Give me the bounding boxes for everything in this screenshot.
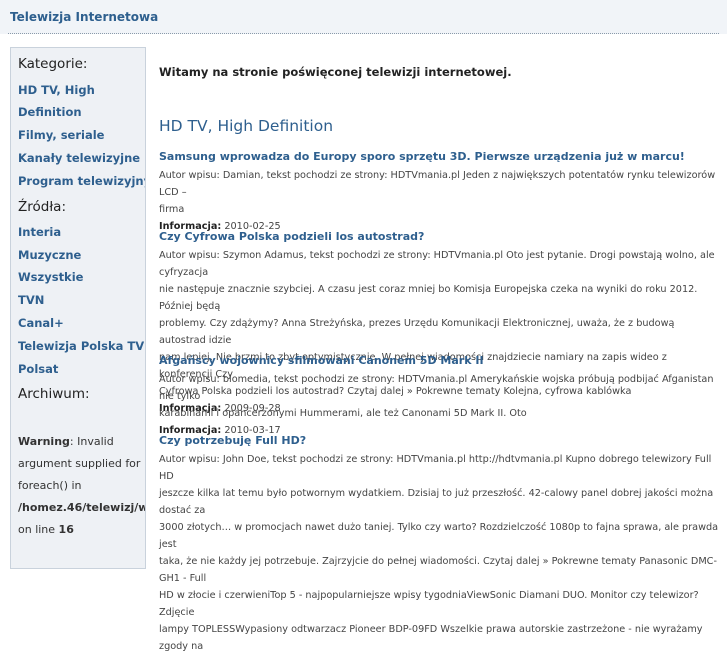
source-polsat[interactable]: Polsat [18,362,58,376]
php-warning-line2: argument supplied for [18,457,141,470]
post-line: firma [159,204,185,215]
header-divider [8,33,719,34]
sidebar: Kategorie: HD TV, High Definition Filmy,… [10,47,146,569]
post-line: Autor wpisu: Damian, tekst pochodzi ze s… [159,170,716,198]
site-title[interactable]: Telewizja Internetowa [10,10,158,24]
welcome-message: Witamy na stronie poświęconej telewizji … [159,65,512,79]
source-canal-plus[interactable]: Canal+ [18,316,64,330]
post-line: 3000 złotych… w promocjach nawet dużo ta… [159,522,719,550]
post-title[interactable]: Czy Cyfrowa Polska podzieli los autostra… [159,230,721,247]
sources-heading: Źródła: [18,199,66,215]
source-tvp[interactable]: Telewizja Polska TVP [18,339,145,353]
source-wszystkie[interactable]: Wszystkie [18,270,83,284]
php-warning-line3: foreach() in [18,479,82,492]
post-body: Autor wpisu: blomedia, tekst pochodzi ze… [159,371,721,422]
post: Afgańscy wojownicy sfilmowani Canonem 5D… [159,354,721,439]
post-line: HD w złocie i czerwieniTop 5 - najpopula… [159,590,699,618]
category-filmy-seriale[interactable]: Filmy, seriale [18,128,104,142]
post-line: lampy TOPLESSWypasiony odtwarzacz Pionee… [159,624,703,652]
category-hd-tv-cont[interactable]: Definition [18,105,82,119]
site-header: Telewizja Internetowa [0,0,727,34]
post-line: taka, że nie każdy jej potrzebuje. Zajrz… [159,556,717,584]
post-line: Autor wpisu: Szymon Adamus, tekst pochod… [159,250,715,278]
post-body: Autor wpisu: John Doe, tekst pochodzi ze… [159,451,721,655]
post-body: Autor wpisu: Damian, tekst pochodzi ze s… [159,167,721,218]
post-line: problemy. Czy zdążymy? Anna Streżyńska, … [159,318,675,346]
source-interia[interactable]: Interia [18,225,61,239]
post-line: karabinami i opancerzonymi Hummerami, al… [159,408,527,419]
post-title[interactable]: Samsung wprowadza do Europy sporo sprzęt… [159,150,721,167]
source-tvn[interactable]: TVN [18,293,44,307]
post-line: Autor wpisu: blomedia, tekst pochodzi ze… [159,374,714,402]
section-title[interactable]: HD TV, High Definition [159,117,333,135]
post-title[interactable]: Afgańscy wojownicy sfilmowani Canonem 5D… [159,354,721,371]
php-warning-line1: Warning: Invalid [18,435,114,448]
post-line: Autor wpisu: John Doe, tekst pochodzi ze… [159,454,712,482]
archive-heading: Archiwum: [18,386,90,402]
category-program-telewizyjny[interactable]: Program telewizyjny [18,174,145,188]
post: Samsung wprowadza do Europy sporo sprzęt… [159,150,721,235]
category-hd-tv[interactable]: HD TV, High [18,83,95,97]
source-muzyczne[interactable]: Muzyczne [18,248,81,262]
post-title[interactable]: Czy potrzebuję Full HD? [159,434,721,451]
php-warning-path: /homez.46/telewizj/www/t [18,501,145,514]
php-warning-line-number: on line 16 [18,523,74,536]
category-kanaly-telewizyjne[interactable]: Kanały telewizyjne [18,151,140,165]
post-line: nie następuje znacznie szybciej. A czasu… [159,284,698,312]
categories-heading: Kategorie: [18,56,88,72]
post-line: jeszcze kilka lat temu było potwornym wy… [159,488,714,516]
warning-label: Warning [18,435,70,448]
